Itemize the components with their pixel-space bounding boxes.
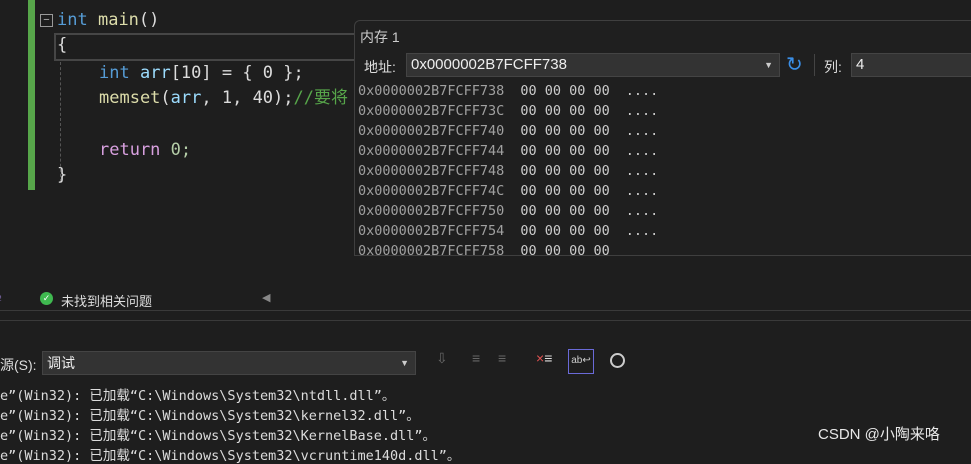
clear-all-icon[interactable]: ×≡ — [536, 350, 552, 366]
memory-row[interactable]: 0x0000002B7FCFF744 00 00 00 00.... — [358, 143, 658, 159]
word-wrap-icon[interactable]: ab↩ — [568, 349, 594, 374]
memory-ascii: .... — [625, 203, 659, 219]
code-text: [10] = { 0 }; — [170, 63, 304, 83]
output-line: e”(Win32): 已加载“C:\Windows\System32\kerne… — [0, 408, 420, 424]
memory-addr: 0x0000002B7FCFF73C — [358, 103, 505, 119]
memory-addr: 0x0000002B7FCFF750 — [358, 203, 505, 219]
watermark: CSDN @小陶来咯 — [818, 426, 940, 443]
code-line: memset(arr, 1, 40);//要将 — [99, 86, 348, 111]
memory-row[interactable]: 0x0000002B7FCFF738 00 00 00 00.... — [358, 83, 658, 99]
status-bar: ♀ ✓ 未找到相关问题 ◀ — [0, 288, 971, 311]
memory-row[interactable]: 0x0000002B7FCFF74C 00 00 00 00.... — [358, 183, 658, 199]
memory-bytes: 00 00 00 00 — [520, 163, 610, 179]
memory-addr: 0x0000002B7FCFF74C — [358, 183, 505, 199]
memory-row[interactable]: 0x0000002B7FCFF754 00 00 00 00.... — [358, 223, 658, 239]
current-line-highlight — [54, 33, 366, 61]
next-message-icon[interactable]: ≡ — [498, 350, 506, 366]
function-name: main — [97, 10, 139, 30]
memory-ascii: .... — [625, 123, 659, 139]
code-line: return 0; — [99, 138, 191, 163]
memory-bytes: 00 00 00 00 — [520, 83, 610, 99]
comment: //要将 — [293, 88, 348, 108]
chevron-down-icon[interactable]: ▼ — [764, 54, 773, 76]
issues-status[interactable]: 未找到相关问题 — [61, 291, 152, 310]
code-line: int main() — [57, 8, 159, 33]
memory-bytes: 00 00 00 00 — [520, 203, 610, 219]
memory-bytes: 00 00 00 00 — [520, 183, 610, 199]
memory-row[interactable]: 0x0000002B7FCFF750 00 00 00 00.... — [358, 203, 658, 219]
memory-bytes: 00 00 00 00 — [520, 223, 610, 239]
memory-row[interactable]: 0x0000002B7FCFF748 00 00 00 00.... — [358, 163, 658, 179]
divider — [814, 54, 815, 76]
code-editor[interactable]: − int main() { int arr[10] = { 0 }; mems… — [0, 0, 971, 286]
scroll-left-icon[interactable]: ◀ — [262, 291, 270, 304]
memory-addr: 0x0000002B7FCFF754 — [358, 223, 505, 239]
output-line: e”(Win32): 已加载“C:\Windows\System32\vcrun… — [0, 448, 461, 464]
memory-bytes: 00 00 00 00 — [520, 143, 610, 159]
memory-addr: 0x0000002B7FCFF738 — [358, 83, 505, 99]
memory-ascii: .... — [625, 143, 659, 159]
output-line: e”(Win32): 已加载“C:\Windows\System32\ntdll… — [0, 388, 396, 404]
address-label: 地址: — [364, 59, 396, 75]
keyword: int — [99, 63, 130, 83]
find-message-icon[interactable]: ⇩ — [436, 350, 448, 367]
code-line: int arr[10] = { 0 }; — [99, 61, 304, 86]
memory-ascii: .... — [625, 83, 659, 99]
code-text: , 1, 40); — [201, 88, 294, 108]
collapse-icon[interactable]: − — [40, 14, 53, 27]
punct: ( — [160, 88, 171, 108]
check-icon: ✓ — [40, 292, 53, 305]
keyword: int — [57, 10, 88, 30]
memory-addr: 0x0000002B7FCFF744 — [358, 143, 505, 159]
address-value: 0x0000002B7FCFF738 — [411, 56, 567, 73]
refresh-icon[interactable]: ↻ — [786, 52, 803, 77]
source-label: 源(S): — [0, 357, 37, 373]
source-value: 调试 — [47, 355, 75, 371]
memory-addr: 0x0000002B7FCFF758 — [358, 243, 505, 259]
keyword: return — [99, 140, 161, 160]
punct: () — [138, 10, 160, 30]
clock-icon[interactable] — [610, 353, 625, 368]
columns-input[interactable]: 4 — [851, 53, 971, 77]
function-name: memset — [99, 88, 161, 108]
previous-message-icon[interactable]: ≡ — [472, 350, 480, 366]
memory-row[interactable]: 0x0000002B7FCFF73C 00 00 00 00.... — [358, 103, 658, 119]
memory-ascii: .... — [625, 163, 659, 179]
memory-row[interactable]: 0x0000002B7FCFF740 00 00 00 00.... — [358, 123, 658, 139]
memory-bytes: 00 00 00 00 — [520, 123, 610, 139]
code-line: { — [57, 35, 68, 55]
address-combobox[interactable]: 0x0000002B7FCFF738 ▼ — [406, 53, 780, 77]
change-indicator-bar — [28, 0, 35, 190]
code-text: 0; — [160, 140, 192, 160]
memory-bytes: 00 00 00 00 — [520, 243, 610, 259]
memory-ascii: .... — [625, 223, 659, 239]
chevron-down-icon[interactable]: ▼ — [400, 352, 409, 374]
memory-bytes: 00 00 00 00 — [520, 103, 610, 119]
memory-addr: 0x0000002B7FCFF740 — [358, 123, 505, 139]
memory-window-title: 内存 1 — [360, 29, 400, 45]
lightbulb-icon[interactable]: ♀ — [0, 290, 5, 306]
columns-label: 列: — [824, 59, 842, 75]
output-source-combobox[interactable]: 调试 ▼ — [42, 351, 416, 375]
code-line: } — [57, 165, 68, 185]
memory-row[interactable]: 0x0000002B7FCFF758 00 00 00 00 — [358, 243, 626, 259]
variable: arr — [170, 88, 202, 108]
variable: arr — [139, 63, 171, 83]
output-line: e”(Win32): 已加载“C:\Windows\System32\Kerne… — [0, 428, 437, 444]
memory-ascii: .... — [625, 103, 659, 119]
memory-ascii: .... — [625, 183, 659, 199]
memory-window: 内存 1 地址: 0x0000002B7FCFF738 ▼ ↻ 列: 4 0x00… — [354, 20, 971, 259]
memory-addr: 0x0000002B7FCFF748 — [358, 163, 505, 179]
